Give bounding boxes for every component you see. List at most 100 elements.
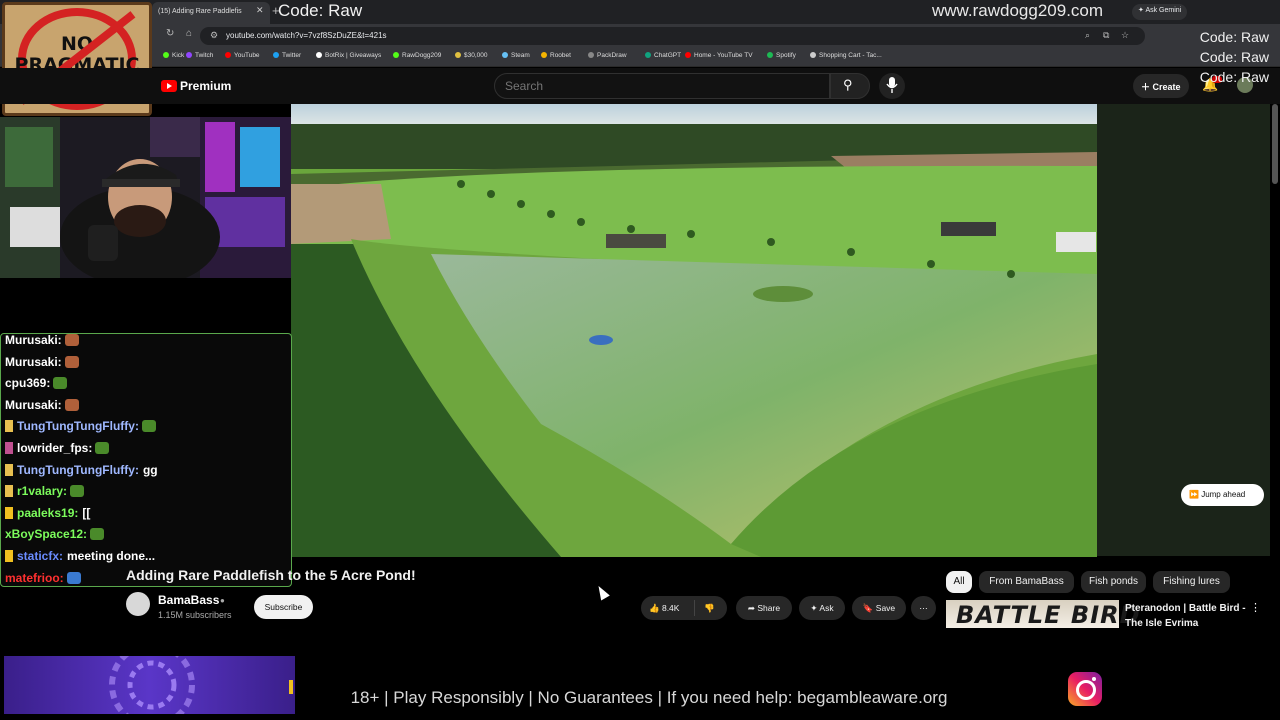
subscribe-button[interactable]: Subscribe <box>254 595 313 619</box>
chat-emote-icon <box>53 377 68 390</box>
scrollbar[interactable] <box>1272 104 1278 184</box>
bookmark-item[interactable]: Steam <box>502 52 530 59</box>
chat-badge-icon <box>5 442 13 454</box>
chip-from-channel[interactable]: From BamaBass <box>979 571 1074 593</box>
channel-name[interactable]: BamaBass <box>158 593 219 607</box>
bookmark-star-icon[interactable]: ☆ <box>1121 30 1129 41</box>
recommended-video-title[interactable]: Pteranodon | Battle Bird - The Isle Evri… <box>1125 601 1255 631</box>
instagram-icon <box>1068 672 1102 706</box>
chat-emote-icon <box>95 442 110 454</box>
chip-fish-ponds[interactable]: Fish ponds <box>1081 571 1146 593</box>
like-count[interactable]: 8.4K <box>662 603 680 613</box>
chat-username: r1valary: <box>17 484 68 499</box>
webcam-feed <box>0 117 295 278</box>
chat-username: xBoySpace12: <box>5 527 88 542</box>
video-player[interactable] <box>291 104 1097 557</box>
create-label: Create <box>1152 82 1181 92</box>
chat-message: TungTungTungFluffy: <box>5 419 156 433</box>
search-icon[interactable]: ⚲ <box>843 77 853 93</box>
ask-label: Ask <box>819 603 834 613</box>
chat-badge-icon <box>5 506 13 519</box>
overlay-code-label: Code: Raw <box>1199 69 1269 85</box>
bookmark-label: Roobet <box>550 52 571 59</box>
create-button[interactable]: ＋ Create <box>1133 74 1189 98</box>
url-field[interactable]: youtube.com/watch?v=7vzf8SzDuZE&t=421s <box>226 31 387 40</box>
site-info-icon[interactable]: ⚙ <box>210 30 218 41</box>
bookmark-label: BotRix | Giveaways <box>325 52 382 59</box>
chat-message: Murusaki: <box>5 333 79 347</box>
save-label: Save <box>875 603 896 613</box>
like-icon[interactable]: 👍 <box>649 603 660 613</box>
cast-icon[interactable]: ⧉ <box>1103 30 1109 41</box>
chat-badge-icon <box>5 485 13 498</box>
chat-message: Murusaki: <box>5 355 79 369</box>
zoom-icon[interactable]: ⌕ <box>1085 30 1090 41</box>
bookmark-item[interactable]: PackDraw <box>588 52 627 59</box>
chat-username: cpu369: <box>5 376 51 391</box>
ask-button[interactable]: ✦ Ask <box>799 596 845 620</box>
chat-emote-icon <box>64 334 79 346</box>
microphone-icon[interactable] <box>886 77 898 93</box>
like-divider <box>694 600 695 616</box>
chat-emote-icon <box>66 571 81 584</box>
save-button[interactable]: 🔖 Save <box>852 596 906 620</box>
bookmark-favicon-icon <box>393 52 399 58</box>
more-actions-icon[interactable]: ⋯ <box>911 596 936 620</box>
bookmark-favicon-icon <box>541 52 547 58</box>
bookmark-favicon-icon <box>316 52 322 58</box>
overlay-code-label: Code: Raw <box>1199 49 1269 65</box>
ask-gemini-label: Ask Gemini <box>1145 7 1182 14</box>
bookmark-label: Spotify <box>776 52 796 59</box>
verified-icon: ● <box>220 596 225 605</box>
home-icon[interactable]: ⌂ <box>186 28 192 39</box>
bookmark-item[interactable]: $30,000 <box>455 52 488 59</box>
chat-message: r1valary: <box>5 484 85 499</box>
browser-tab[interactable]: (15) Adding Rare Paddlefis <box>152 2 270 24</box>
chat-message: TungTungTungFluffy: gg <box>5 463 158 477</box>
chat-username: TungTungTungFluffy: <box>17 462 139 477</box>
bookmark-label: Shopping Cart - Tac... <box>819 52 882 59</box>
bookmark-item[interactable]: Shopping Cart - Tac... <box>810 52 882 59</box>
overlay-site-url: www.rawdogg209.com <box>932 1 1104 20</box>
chat-emote-icon <box>90 528 105 541</box>
jump-ahead-button[interactable]: ⏩ Jump ahead <box>1181 484 1264 506</box>
bookmark-favicon-icon <box>455 52 461 58</box>
chip-all[interactable]: All <box>946 571 972 593</box>
chat-username: Murusaki: <box>5 333 62 347</box>
search-input[interactable] <box>505 79 805 93</box>
bookmark-item[interactable]: RawDogg209 <box>393 52 441 59</box>
chat-message: paaleks19:[[ <box>5 506 90 520</box>
bookmark-item[interactable]: Twitch <box>186 52 213 59</box>
chat-username: lowrider_fps: <box>17 441 93 455</box>
bookmark-item[interactable]: Home - YouTube TV <box>685 52 753 59</box>
channel-avatar[interactable] <box>126 592 150 616</box>
dislike-icon[interactable]: 👎 <box>704 603 715 614</box>
chat-text: gg <box>142 462 158 477</box>
bookmark-item[interactable]: ChatGPT <box>645 52 681 59</box>
chat-emote-icon <box>64 355 79 368</box>
bookmark-label: $30,000 <box>464 52 488 59</box>
chat-text: meeting done... <box>67 549 156 563</box>
chat-username: Murusaki: <box>5 354 62 369</box>
overlay-code-label: Code: Raw <box>278 1 363 20</box>
chip-fishing-lures[interactable]: Fishing lures <box>1153 571 1230 593</box>
bookmark-label: Steam <box>511 52 530 59</box>
bookmark-item[interactable]: Twitter <box>273 52 301 59</box>
reload-icon[interactable]: ↻ <box>166 28 174 39</box>
bookmark-favicon-icon <box>502 52 508 58</box>
bookmark-label: ChatGPT <box>654 52 682 59</box>
share-button[interactable]: ➦ Share <box>736 596 792 620</box>
bookmark-item[interactable]: BotRix | Giveaways <box>316 52 381 59</box>
chat-username: Murusaki: <box>5 397 62 412</box>
tab-close-icon[interactable]: ✕ <box>256 5 264 16</box>
kebab-menu-icon[interactable]: ⋮ <box>1250 601 1261 614</box>
bookmark-label: RawDogg209 <box>402 52 442 59</box>
bookmark-item[interactable]: YouTube <box>225 52 260 59</box>
bookmark-item[interactable]: Roobet <box>541 52 571 59</box>
overlay-code-label: Code: Raw <box>1199 29 1269 45</box>
subscriber-count: 1.15M subscribers <box>158 610 232 620</box>
bookmark-item[interactable]: Kick <box>163 52 184 59</box>
ask-gemini-button[interactable]: ✦ Ask Gemini <box>1132 4 1188 20</box>
bookmark-favicon-icon <box>685 52 691 58</box>
bookmark-item[interactable]: Spotify <box>767 52 796 59</box>
